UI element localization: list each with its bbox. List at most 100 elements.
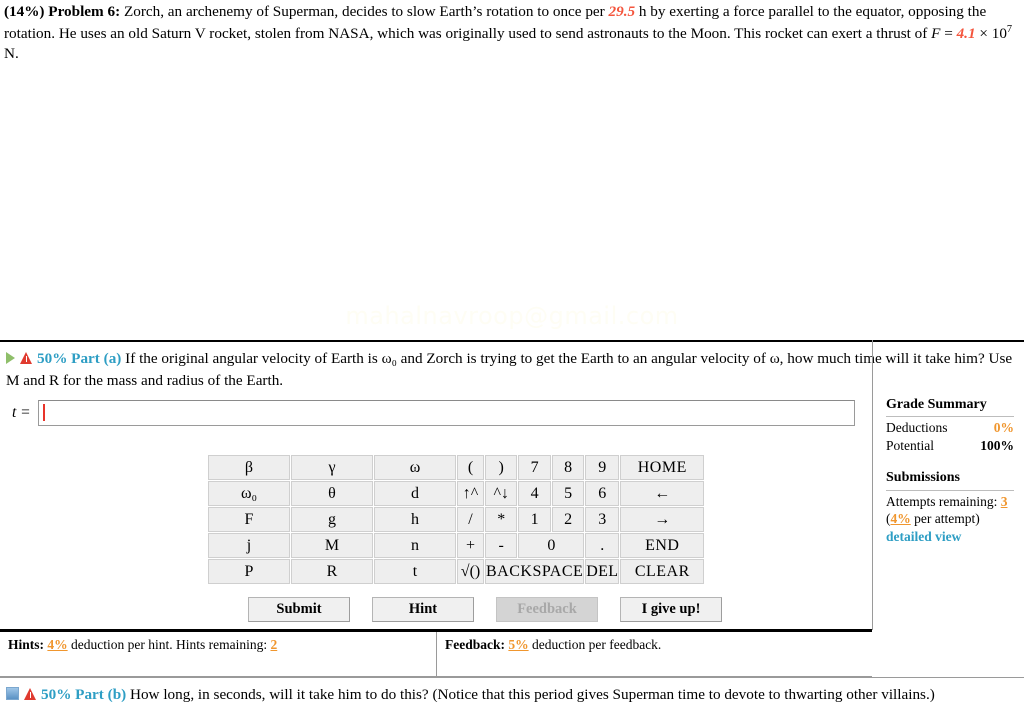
force-times: × 10: [979, 24, 1007, 42]
deductions-row: Deductions 0%: [886, 419, 1014, 437]
keypad-key-p[interactable]: P: [208, 559, 290, 584]
force-equals: =: [944, 24, 953, 42]
detailed-view-row: detailed view: [886, 528, 1014, 546]
keypad-key-[interactable]: ω₀: [208, 481, 290, 506]
feedback-text: deduction per feedback.: [532, 637, 662, 652]
hints-label: Hints:: [8, 637, 45, 652]
keypad-row: Fg h / * 1 2 3 →: [208, 507, 705, 532]
keypad-key-[interactable]: θ: [291, 481, 373, 506]
keypad-key-9[interactable]: 9: [585, 455, 620, 480]
keypad-key-g[interactable]: g: [291, 507, 373, 532]
expand-play-icon[interactable]: [6, 352, 15, 364]
force-exponent: 7: [1006, 23, 1013, 35]
keypad-key-5[interactable]: 5: [551, 481, 585, 506]
keypad-key-: /: [457, 507, 484, 532]
action-buttons: Submit Hint Feedback I give up!: [248, 597, 722, 622]
keypad-key-: ^↓: [485, 481, 518, 506]
part-b-panel: 50% Part (b) How long, in seconds, will …: [0, 677, 1024, 708]
keypad-key-7[interactable]: 7: [518, 455, 551, 480]
keypad-key-j[interactable]: j: [208, 533, 290, 558]
keypad-key-backspace: BACKSPACE: [485, 559, 585, 584]
warning-icon: [20, 352, 33, 364]
grade-summary-panel: Grade Summary Deductions 0% Potential 10…: [886, 396, 1014, 546]
keypad-key-r[interactable]: R: [291, 559, 373, 584]
keypad-key-m[interactable]: M: [291, 533, 373, 558]
keypad-key-[interactable]: .: [585, 533, 620, 558]
hints-cell: Hints: 4% deduction per hint. Hints rema…: [0, 632, 437, 676]
part-b-text: How long, in seconds, will it take him t…: [130, 686, 935, 703]
per-attempt-value: 4%: [890, 511, 911, 527]
keypad-key-: ←: [620, 481, 705, 506]
detailed-view-link[interactable]: detailed view: [886, 529, 961, 544]
potential-value: 100%: [980, 438, 1014, 454]
keypad-key-d[interactable]: d: [374, 481, 456, 506]
force-symbol: F: [931, 24, 941, 42]
part-b-percent: 50%: [41, 686, 72, 703]
keypad-key-[interactable]: (: [457, 455, 484, 480]
problem-text-part1: Zorch, an archenemy of Superman, decides…: [123, 3, 605, 20]
problem-statement: (14%) Problem 6: Zorch, an archenemy of …: [4, 2, 1018, 65]
keypad-row: ω₀ θ d ↑^ ^↓ 4 5 6 ←: [208, 481, 705, 506]
keypad-key-0[interactable]: 0: [518, 533, 585, 558]
feedback-cell: Feedback: 5% deduction per feedback.: [437, 632, 872, 676]
answer-row: t =: [0, 398, 872, 432]
feedback-deduction[interactable]: 5%: [508, 637, 528, 652]
keypad-key-[interactable]: -: [485, 533, 518, 558]
hints-feedback-strip: Hints: 4% deduction per hint. Hints rema…: [0, 629, 872, 677]
deductions-label: Deductions: [886, 420, 948, 436]
keypad-key-1[interactable]: 1: [518, 507, 551, 532]
part-a-percent: 50%: [37, 350, 68, 367]
potential-label: Potential: [886, 438, 934, 454]
keypad-key-home: HOME: [620, 455, 705, 480]
keypad-key-n[interactable]: n: [374, 533, 456, 558]
keypad-key-[interactable]: +: [457, 533, 484, 558]
part-b-name: Part (b): [75, 686, 127, 703]
collapse-square-icon[interactable]: [6, 687, 19, 700]
give-up-button[interactable]: I give up!: [620, 597, 722, 622]
keypad-row: β γ ω() 7 8 9 HOME: [208, 455, 705, 480]
part-a-text: If the original angular velocity of Eart…: [6, 350, 1013, 389]
keypad-key-[interactable]: √(): [457, 559, 484, 584]
keypad-row: P Rt √() BACKSPACE DEL CLEAR: [208, 559, 705, 584]
warning-icon: [24, 688, 37, 700]
math-keypad[interactable]: β γ ω() 7 8 9 HOME ω₀ θ d ↑^ ^↓ 4 5 6 ← Fg h / * 1 2 3 → j Mn + -0.…: [207, 454, 705, 585]
keypad-key-[interactable]: ω: [374, 455, 456, 480]
keypad-key-[interactable]: β: [208, 455, 290, 480]
keypad-key-2[interactable]: 2: [551, 507, 585, 532]
keypad-key-8[interactable]: 8: [551, 455, 585, 480]
keypad-key-: ↑^: [457, 481, 484, 506]
problem-period-value: 29.5: [608, 3, 636, 20]
keypad-key-t[interactable]: t: [374, 559, 456, 584]
keypad-key-: *: [485, 507, 518, 532]
text-cursor: [43, 404, 45, 421]
hint-button[interactable]: Hint: [372, 597, 474, 622]
keypad-key-3[interactable]: 3: [585, 507, 620, 532]
attempts-label: Attempts remaining:: [886, 493, 998, 509]
keypad-key-: ): [485, 455, 518, 480]
force-unit: N.: [4, 45, 19, 63]
keypad-key-f[interactable]: F: [208, 507, 290, 532]
hints-remaining[interactable]: 2: [270, 637, 277, 652]
submit-button[interactable]: Submit: [248, 597, 350, 622]
keypad-key-6[interactable]: 6: [585, 481, 620, 506]
grade-summary-spacer: [886, 455, 1014, 469]
keypad-key-clear: CLEAR: [620, 559, 705, 584]
submissions-rule: [886, 489, 1014, 491]
per-attempt-text: per attempt): [914, 511, 980, 527]
keypad-key-h[interactable]: h: [374, 507, 456, 532]
hints-deduction[interactable]: 4%: [47, 637, 67, 652]
problem-label: Problem 6:: [48, 3, 121, 20]
grade-summary-rule: [886, 416, 1014, 418]
keypad-key-end: END: [620, 533, 705, 558]
deductions-value: 0%: [993, 420, 1014, 436]
part-b-header: 50% Part (b) How long, in seconds, will …: [0, 678, 1024, 708]
keypad-key-4[interactable]: 4: [518, 481, 551, 506]
answer-input[interactable]: [38, 400, 855, 426]
part-a-panel: 50% Part (a) If the original angular vel…: [0, 340, 1024, 393]
keypad-row: j Mn + -0. END: [208, 533, 705, 558]
per-attempt-row: (4% per attempt): [886, 510, 1014, 528]
keypad-key-[interactable]: γ: [291, 455, 373, 480]
attempts-row: Attempts remaining: 3: [886, 493, 1014, 511]
hints-text: deduction per hint. Hints remaining:: [71, 637, 268, 652]
email-watermark: mahalnavroop@gmail.com: [345, 302, 679, 330]
